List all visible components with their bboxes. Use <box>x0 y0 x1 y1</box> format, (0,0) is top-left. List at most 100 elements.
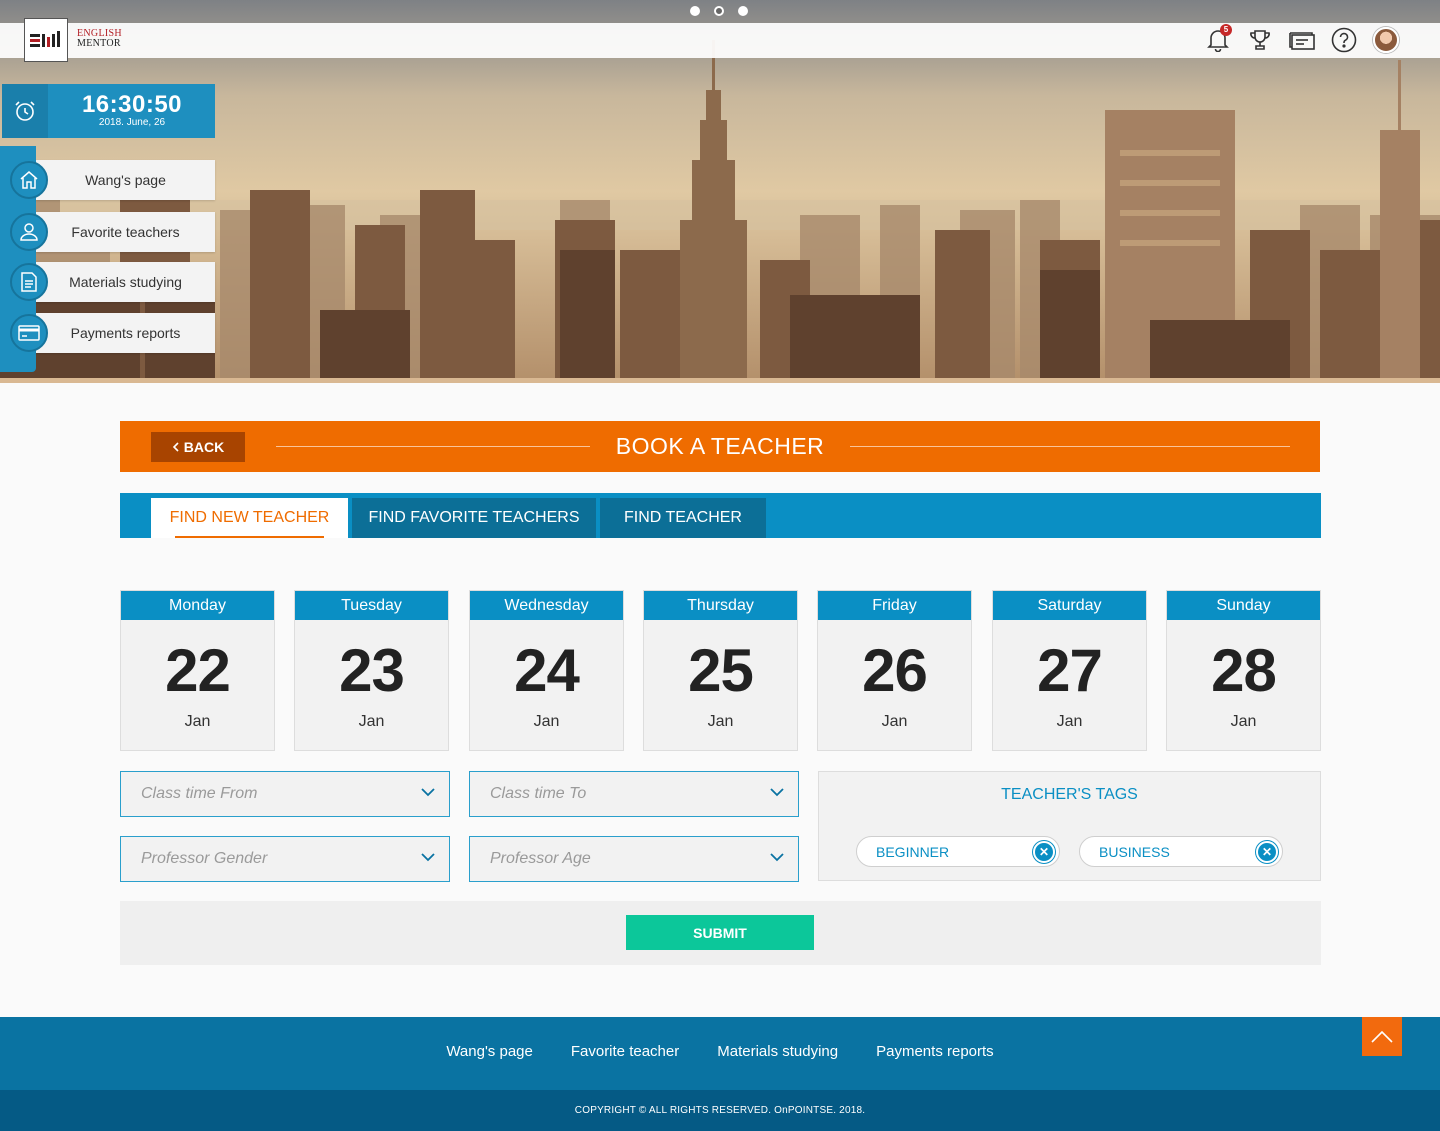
select-placeholder: Professor Gender <box>141 850 268 867</box>
tag-label: BUSINESS <box>1099 843 1170 860</box>
day-weekday: Monday <box>121 591 274 620</box>
tab-active-underline <box>175 536 324 538</box>
day-card-friday[interactable]: Friday 26 Jan <box>817 590 972 751</box>
day-month: Jan <box>707 713 734 730</box>
select-placeholder: Professor Age <box>490 850 591 867</box>
tab-label: FIND NEW TEACHER <box>169 509 330 526</box>
day-weekday: Wednesday <box>470 591 623 620</box>
remove-tag-icon[interactable]: ✕ <box>1256 841 1278 863</box>
logo-line-2: MENTOR <box>77 38 121 49</box>
footer: Wang's page Favorite teacher Materials s… <box>0 1017 1440 1090</box>
sidebar-item-label: Materials studying <box>36 262 215 302</box>
carousel-dots[interactable] <box>690 6 748 16</box>
notification-badge: 5 <box>1220 24 1232 36</box>
tab-label: FIND FAVORITE TEACHERS <box>368 509 580 526</box>
day-weekday: Friday <box>818 591 971 620</box>
tag-chip-beginner: BEGINNER ✕ <box>856 836 1060 867</box>
chevron-left-icon <box>172 442 179 452</box>
teacher-tags-title: TEACHER'S TAGS <box>1001 786 1138 803</box>
trophy-icon[interactable] <box>1246 26 1274 54</box>
professor-age-select[interactable]: Professor Age <box>469 836 799 882</box>
bell-icon[interactable]: 5 <box>1204 24 1232 54</box>
clock-time: 16:30:50 <box>81 91 183 118</box>
remove-tag-icon[interactable]: ✕ <box>1033 841 1055 863</box>
book-teacher-header: BACK BOOK A TEACHER <box>120 421 1320 472</box>
day-number: 25 <box>688 637 754 704</box>
document-icon <box>10 263 48 301</box>
avatar <box>1373 27 1399 53</box>
tab-find-teacher[interactable]: FIND TEACHER <box>600 498 766 538</box>
day-month: Jan <box>358 713 385 730</box>
chevron-down-icon <box>770 853 784 862</box>
copyright-text: COPYRIGHT © ALL RIGHTS RESERVED. OnPOINT… <box>0 1090 1440 1131</box>
day-weekday: Tuesday <box>295 591 448 620</box>
day-month: Jan <box>1056 713 1083 730</box>
back-button[interactable]: BACK <box>151 432 245 462</box>
class-time-to-select[interactable]: Class time To <box>469 771 799 817</box>
help-icon[interactable] <box>1330 26 1358 54</box>
sidebar-item-payments-reports[interactable]: Payments reports <box>0 313 215 353</box>
sidebar-item-label: Wang's page <box>36 160 215 200</box>
clock-date: 2018. June, 26 <box>98 117 166 128</box>
select-placeholder: Class time To <box>490 785 587 802</box>
submit-button[interactable]: SUBMIT <box>626 915 814 950</box>
clock-widget: 16:30:50 2018. June, 26 <box>2 84 215 138</box>
day-number: 27 <box>1037 637 1103 704</box>
home-icon <box>10 161 48 199</box>
day-card-wednesday[interactable]: Wednesday 24 Jan <box>469 590 624 751</box>
day-month: Jan <box>533 713 560 730</box>
sidebar-item-label: Payments reports <box>36 313 215 353</box>
scroll-to-top-button[interactable] <box>1362 1017 1402 1056</box>
tab-label: FIND TEACHER <box>624 509 742 526</box>
carousel-dot[interactable] <box>738 6 748 16</box>
day-month: Jan <box>1230 713 1257 730</box>
logo-mark-icon <box>30 31 60 47</box>
tab-find-favorite-teachers[interactable]: FIND FAVORITE TEACHERS <box>352 498 596 538</box>
day-card-sunday[interactable]: Sunday 28 Jan <box>1166 590 1321 751</box>
professor-gender-select[interactable]: Professor Gender <box>120 836 450 882</box>
day-month: Jan <box>184 713 211 730</box>
submit-bar: SUBMIT <box>120 901 1321 965</box>
sidebar-item-wangs-page[interactable]: Wang's page <box>0 160 215 200</box>
day-month: Jan <box>881 713 908 730</box>
divider-line <box>850 446 1290 447</box>
class-time-from-select[interactable]: Class time From <box>120 771 450 817</box>
sidebar-item-materials-studying[interactable]: Materials studying <box>0 262 215 302</box>
alarm-clock-icon[interactable] <box>2 84 48 138</box>
tab-find-new-teacher[interactable]: FIND NEW TEACHER <box>151 498 348 538</box>
day-weekday: Saturday <box>993 591 1146 620</box>
day-number: 28 <box>1211 637 1277 704</box>
carousel-dot[interactable] <box>690 6 700 16</box>
footer-link-wangs-page[interactable]: Wang's page <box>446 1043 533 1060</box>
chevron-down-icon <box>421 853 435 862</box>
user-avatar[interactable] <box>1372 26 1400 54</box>
select-placeholder: Class time From <box>141 785 258 802</box>
credit-card-icon <box>10 314 48 352</box>
day-card-saturday[interactable]: Saturday 27 Jan <box>992 590 1147 751</box>
footer-link-favorite-teacher[interactable]: Favorite teacher <box>571 1043 679 1060</box>
chevron-down-icon <box>770 788 784 797</box>
footer-link-payments-reports[interactable]: Payments reports <box>876 1043 994 1060</box>
footer-link-materials-studying[interactable]: Materials studying <box>717 1043 838 1060</box>
day-weekday: Sunday <box>1167 591 1320 620</box>
day-weekday: Thursday <box>644 591 797 620</box>
tag-chip-business: BUSINESS ✕ <box>1079 836 1283 867</box>
tag-label: BEGINNER <box>876 843 950 860</box>
day-number: 26 <box>862 637 928 704</box>
logo-text: ENGLISH MENTOR <box>77 29 122 49</box>
day-card-monday[interactable]: Monday 22 Jan <box>120 590 275 751</box>
ticket-icon[interactable] <box>1288 26 1316 54</box>
tab-bar: FIND NEW TEACHER FIND FAVORITE TEACHERS … <box>120 493 1321 538</box>
day-number: 22 <box>165 637 231 704</box>
chevron-up-icon <box>1371 1030 1393 1043</box>
day-number: 24 <box>514 637 580 704</box>
day-card-thursday[interactable]: Thursday 25 Jan <box>643 590 798 751</box>
sidebar-item-favorite-teachers[interactable]: Favorite teachers <box>0 212 215 252</box>
back-button-label: BACK <box>183 439 225 455</box>
day-number: 23 <box>339 637 405 704</box>
user-icon <box>10 213 48 251</box>
day-card-tuesday[interactable]: Tuesday 23 Jan <box>294 590 449 751</box>
top-icons: 5 <box>1204 24 1400 54</box>
logo[interactable] <box>24 18 68 62</box>
carousel-dot-active[interactable] <box>714 6 724 16</box>
